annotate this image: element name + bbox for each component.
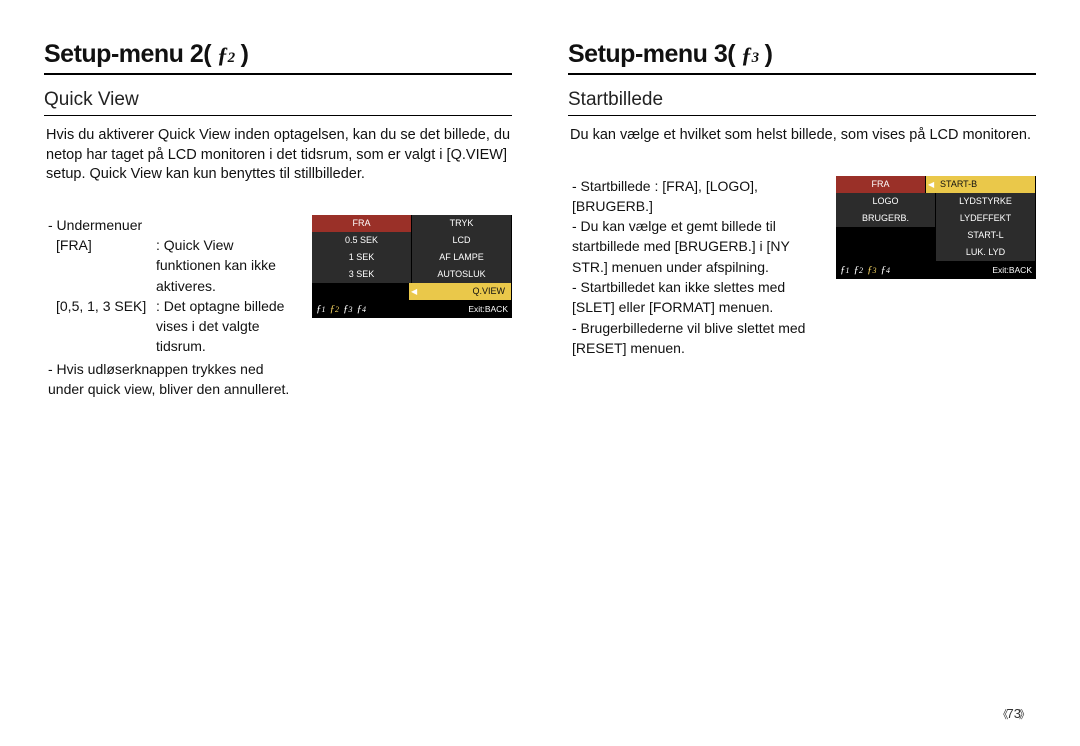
- lcd-cell-selected: Q.VIEW: [409, 283, 512, 300]
- lcd-cell: FRA: [836, 176, 926, 193]
- submenu-label: - Undermenuer: [44, 215, 298, 235]
- lcd-cell: 1 SEK: [312, 249, 412, 266]
- def-value: : Det optagne billede vises i det valgte…: [156, 296, 298, 357]
- heading-close: ): [241, 40, 249, 69]
- manual-page: Setup-menu 2( ƒ2 ) Quick View Hvis du ak…: [0, 0, 1080, 746]
- right-column: Setup-menu 3( ƒ3 ) Startbillede Du kan v…: [568, 40, 1036, 726]
- def-label: [0,5, 1, 3 SEK]: [56, 296, 156, 357]
- lcd-cell: START-L: [936, 227, 1036, 244]
- bullets-right: - Startbillede : [FRA], [LOGO], [BRUGERB…: [568, 176, 822, 359]
- wrench-icon: ƒ3: [739, 42, 761, 68]
- heading-text: Setup-menu 3(: [568, 40, 735, 69]
- page-number: 73: [998, 706, 1030, 722]
- def-row-1: [FRA] : Quick View funktionen kan ikke a…: [44, 235, 298, 296]
- lcd-cell: AF LAMPE: [412, 249, 512, 266]
- submenu-text: - Undermenuer [FRA] : Quick View funktio…: [44, 215, 298, 400]
- heading-close: ): [765, 40, 773, 69]
- heading-right: Setup-menu 3( ƒ3 ): [568, 40, 1036, 75]
- lcd-cell: 0.5 SEK: [312, 232, 412, 249]
- tab-strip: ƒ1 ƒ2 ƒ3 ƒ4: [840, 264, 890, 276]
- lcd-cell: BRUGERB.: [836, 210, 936, 227]
- left-column: Setup-menu 2( ƒ2 ) Quick View Hvis du ak…: [44, 40, 512, 726]
- lower-right-block: - Startbillede : [FRA], [LOGO], [BRUGERB…: [568, 176, 1036, 359]
- lcd-screenshot-left: FRA TRYK 0.5 SEK LCD 1 SEK AF LAMPE 3 SE…: [312, 215, 512, 318]
- bullet: - Startbillede : [FRA], [LOGO], [BRUGERB…: [568, 176, 822, 217]
- wrench-icon: ƒ2: [854, 264, 864, 276]
- wrench-icon: ƒ4: [881, 264, 891, 276]
- bullet: - Brugerbillederne vil blive slettet med…: [568, 318, 822, 359]
- lcd-cell: [836, 244, 936, 261]
- lcd-bottom-bar: ƒ1 ƒ2 ƒ3 ƒ4 Exit:BACK: [836, 261, 1036, 279]
- lcd-cell: LUK. LYD: [936, 244, 1036, 261]
- bullet: - Du kan vælge et gemt billede til start…: [568, 216, 822, 277]
- lcd-cell: TRYK: [412, 215, 512, 232]
- def-row-2: [0,5, 1, 3 SEK] : Det optagne billede vi…: [44, 296, 298, 357]
- intro-left: Hvis du aktiverer Quick View inden optag…: [44, 126, 512, 185]
- wrench-icon: ƒ3: [343, 303, 353, 315]
- tab-strip: ƒ1 ƒ2 ƒ3 ƒ4: [316, 303, 366, 315]
- bullet: - Startbilledet kan ikke slettes med [SL…: [568, 277, 822, 318]
- lcd-screenshot-right: FRA START-B LOGO LYDSTYRKE BRUGERB. LYDE…: [836, 176, 1036, 279]
- lcd-cell: LYDSTYRKE: [936, 193, 1036, 210]
- wrench-icon: ƒ2: [215, 42, 237, 68]
- lcd-cell: LYDEFFEKT: [936, 210, 1036, 227]
- heading-text: Setup-menu 2(: [44, 40, 211, 69]
- subheading-right: Startbillede: [568, 89, 1036, 116]
- def-value: : Quick View funktionen kan ikke aktiver…: [156, 235, 298, 296]
- exit-label: Exit:BACK: [468, 304, 508, 314]
- lcd-cell: AUTOSLUK: [412, 266, 512, 283]
- lcd-cell-selected: START-B: [926, 176, 1036, 193]
- lcd-bottom-bar: ƒ1 ƒ2 ƒ3 ƒ4 Exit:BACK: [312, 300, 512, 318]
- exit-label: Exit:BACK: [992, 265, 1032, 275]
- intro-right: Du kan vælge et hvilket som helst billed…: [568, 126, 1036, 146]
- subheading-left: Quick View: [44, 89, 512, 116]
- wrench-icon: ƒ4: [357, 303, 367, 315]
- wrench-icon: ƒ2: [330, 303, 340, 315]
- wrench-icon: ƒ3: [867, 264, 877, 276]
- heading-left: Setup-menu 2( ƒ2 ): [44, 40, 512, 75]
- lcd-cell: [836, 227, 936, 244]
- lcd-cell: LOGO: [836, 193, 936, 210]
- lcd-cell: FRA: [312, 215, 412, 232]
- lcd-cell: LCD: [412, 232, 512, 249]
- lower-left-block: - Undermenuer [FRA] : Quick View funktio…: [44, 215, 512, 400]
- lcd-cell: [312, 283, 409, 300]
- def-label: [FRA]: [56, 235, 156, 296]
- wrench-icon: ƒ1: [840, 264, 850, 276]
- lcd-cell: 3 SEK: [312, 266, 412, 283]
- wrench-icon: ƒ1: [316, 303, 326, 315]
- note-text: - Hvis udløserknappen trykkes ned under …: [44, 359, 298, 400]
